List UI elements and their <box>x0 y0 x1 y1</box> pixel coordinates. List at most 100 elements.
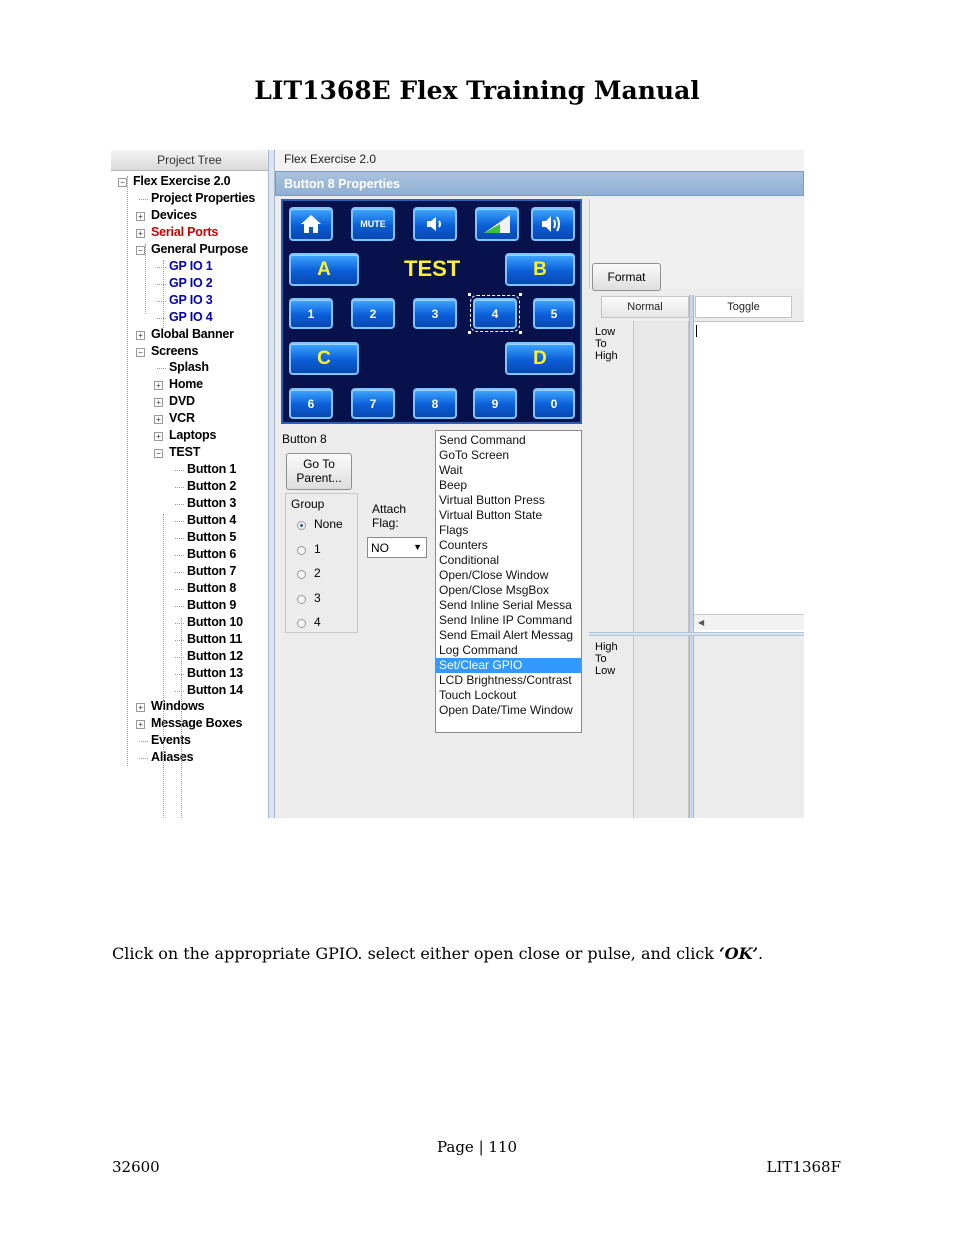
command-list-item[interactable]: Send Inline IP Command <box>436 613 581 628</box>
mute-button[interactable]: MUTE <box>351 207 395 241</box>
tree-item[interactable]: Button 3 <box>187 496 236 510</box>
expand-icon[interactable]: + <box>154 398 163 408</box>
group-radio[interactable] <box>297 619 306 628</box>
tree-item[interactable]: Message Boxes <box>151 716 242 730</box>
home-button[interactable] <box>289 207 333 241</box>
scroll-left-icon[interactable]: ◀ <box>698 618 704 627</box>
command-list-item[interactable]: Log Command <box>436 643 581 658</box>
selection-handle[interactable] <box>468 293 471 296</box>
tree-item[interactable]: Devices <box>151 208 197 222</box>
group-radio[interactable] <box>297 594 306 604</box>
command-list[interactable]: Send Command GoTo Screen Wait Beep Virtual B… <box>435 430 582 733</box>
expand-icon[interactable]: + <box>136 703 145 713</box>
button-a[interactable]: A <box>289 253 359 286</box>
command-list-item[interactable]: Wait <box>436 463 581 478</box>
command-list-item[interactable]: Set/Clear GPIO <box>436 658 581 673</box>
num-button-2[interactable]: 2 <box>351 298 395 329</box>
tree-item[interactable]: Laptops <box>169 428 216 442</box>
command-list-item[interactable]: Open/Close MsgBox <box>436 583 581 598</box>
num-button-1[interactable]: 1 <box>289 298 333 329</box>
tree-item[interactable]: Global Banner <box>151 327 234 341</box>
document-tab[interactable]: Flex Exercise 2.0 <box>284 152 376 166</box>
tree-item[interactable]: Button 4 <box>187 513 236 527</box>
volume-down-button[interactable] <box>413 207 457 241</box>
normal-column-header[interactable]: Normal <box>601 296 689 318</box>
tree-item[interactable]: TEST <box>169 445 200 459</box>
tree-item[interactable]: Button 1 <box>187 462 236 476</box>
state-splitter[interactable] <box>589 632 804 636</box>
command-list-item[interactable]: Flags <box>436 523 581 538</box>
num-button-9[interactable]: 9 <box>473 388 517 419</box>
volume-up-button[interactable] <box>531 207 575 241</box>
tree-item[interactable]: Button 12 <box>187 649 243 663</box>
expand-icon[interactable]: + <box>154 415 163 425</box>
tree-splitter[interactable] <box>268 150 275 818</box>
tree-item[interactable]: GP IO 2 <box>169 276 213 290</box>
num-button-5[interactable]: 5 <box>533 298 575 329</box>
collapse-icon[interactable]: − <box>136 347 145 357</box>
attach-flag-select[interactable]: NO ▼ <box>367 537 427 558</box>
expand-icon[interactable]: + <box>136 211 145 221</box>
tree-item[interactable]: Home <box>169 377 203 391</box>
tree-item[interactable]: GP IO 4 <box>169 310 213 324</box>
command-list-item[interactable]: Beep <box>436 478 581 493</box>
tree-item[interactable]: Button 8 <box>187 581 236 595</box>
num-button-0[interactable]: 0 <box>533 388 575 419</box>
tree-item[interactable]: Screens <box>151 344 198 358</box>
expand-icon[interactable]: + <box>154 381 163 391</box>
command-list-item[interactable]: Virtual Button Press <box>436 493 581 508</box>
collapse-icon[interactable]: − <box>154 449 163 459</box>
num-button-3[interactable]: 3 <box>413 298 457 329</box>
tree-item[interactable]: GP IO 1 <box>169 259 213 273</box>
command-list-item[interactable]: GoTo Screen <box>436 448 581 463</box>
tree-item[interactable]: VCR <box>169 411 195 425</box>
selection-handle[interactable] <box>519 293 522 296</box>
tree-item[interactable]: General Purpose <box>151 242 248 256</box>
toggle-column-header[interactable]: Toggle <box>695 296 792 318</box>
command-list-item[interactable]: LCD Brightness/Contrast <box>436 673 581 688</box>
num-button-8[interactable]: 8 <box>413 388 457 419</box>
button-d[interactable]: D <box>505 342 575 375</box>
tree-item[interactable]: Events <box>151 733 191 747</box>
command-list-item[interactable]: Send Command <box>436 433 581 448</box>
signal-level-button[interactable] <box>475 207 519 241</box>
selection-handle[interactable] <box>519 331 522 334</box>
tree-item[interactable]: Flex Exercise 2.0 <box>133 174 231 188</box>
command-list-item[interactable]: Send Inline Serial Messa <box>436 598 581 613</box>
expand-icon[interactable]: + <box>136 330 145 340</box>
tree-item[interactable]: Serial Ports <box>151 225 218 239</box>
tree-item[interactable]: Aliases <box>151 750 194 764</box>
tree-item[interactable]: Button 14 <box>187 683 243 697</box>
tree-item[interactable]: Button 5 <box>187 530 236 544</box>
button-c[interactable]: C <box>289 342 359 375</box>
expand-icon[interactable]: + <box>136 228 145 238</box>
command-list-item[interactable]: Open/Close Window <box>436 568 581 583</box>
group-radio[interactable] <box>297 521 306 530</box>
chevron-down-icon[interactable]: ▼ <box>413 542 422 552</box>
command-list-item[interactable]: Counters <box>436 538 581 553</box>
tree-item[interactable]: Button 13 <box>187 666 243 680</box>
num-button-7[interactable]: 7 <box>351 388 395 419</box>
command-list-item[interactable]: Touch Lockout <box>436 688 581 703</box>
tree-item[interactable]: Splash <box>169 360 209 374</box>
group-radio[interactable] <box>297 570 306 579</box>
tree-item[interactable]: Button 7 <box>187 564 236 578</box>
tree-item[interactable]: Button 2 <box>187 479 236 493</box>
go-to-parent-button[interactable]: Go To Parent... <box>286 453 352 490</box>
command-list-item[interactable]: Open Date/Time Window <box>436 703 581 718</box>
format-button[interactable]: Format <box>592 263 661 291</box>
tree-item[interactable]: DVD <box>169 394 195 408</box>
horizontal-scrollbar[interactable]: ◀ <box>694 614 804 630</box>
tree-item[interactable]: Project Properties <box>151 191 255 205</box>
expand-icon[interactable]: + <box>136 720 145 730</box>
expand-icon[interactable]: + <box>154 432 163 442</box>
tree-item[interactable]: Button 6 <box>187 547 236 561</box>
button-b[interactable]: B <box>505 253 575 286</box>
tree-item[interactable]: GP IO 3 <box>169 293 213 307</box>
selection-handle[interactable] <box>468 331 471 334</box>
command-list-item[interactable]: Virtual Button State <box>436 508 581 523</box>
num-button-6[interactable]: 6 <box>289 388 333 419</box>
num-button-4[interactable]: 4 <box>470 295 520 332</box>
toggle-editor[interactable] <box>694 321 804 632</box>
tree-item[interactable]: Windows <box>151 699 205 713</box>
